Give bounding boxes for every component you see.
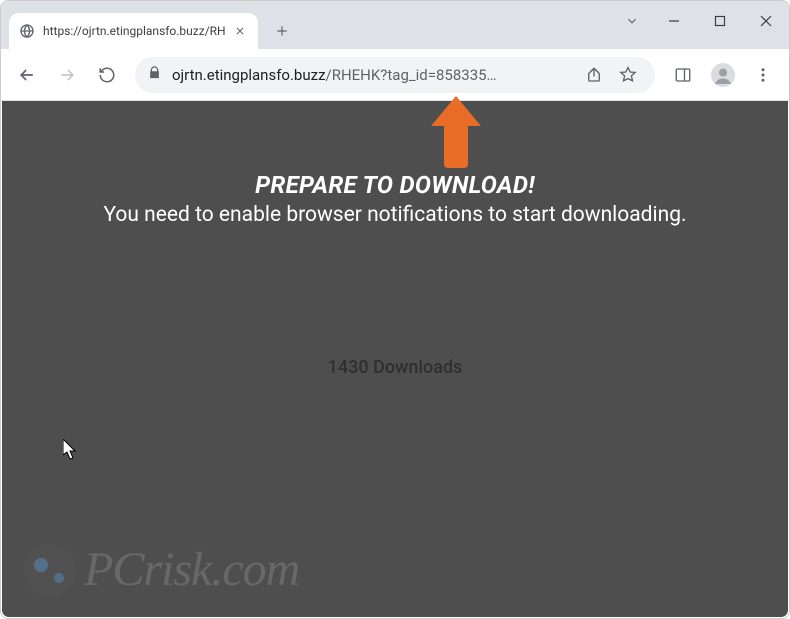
browser-tab-active[interactable]: https://ojrtn.etingplansfo.buzz/RH: [9, 13, 258, 49]
page-content: PREPARE TO DOWNLOAD! You need to enable …: [2, 101, 788, 617]
back-button[interactable]: [9, 57, 45, 93]
globe-icon: [19, 23, 35, 39]
window-controls: [615, 1, 789, 41]
bookmark-star-icon[interactable]: [613, 60, 643, 90]
toolbar: ojrtn.etingplansfo.buzz/RHEHK?tag_id=858…: [1, 49, 789, 101]
lock-icon: [147, 65, 162, 84]
tab-search-button[interactable]: [615, 4, 649, 38]
downloads-counter: 1430 Downloads: [2, 357, 788, 378]
tab-title: https://ojrtn.etingplansfo.buzz/RH: [43, 24, 226, 38]
browser-window: https://ojrtn.etingplansfo.buzz/RH: [0, 0, 790, 619]
new-tab-button[interactable]: [268, 17, 296, 45]
watermark-text: PCrisk.com: [84, 542, 299, 597]
menu-button[interactable]: [745, 57, 781, 93]
minimize-button[interactable]: [651, 1, 697, 41]
page-headline: PREPARE TO DOWNLOAD!: [2, 171, 788, 199]
tab-close-button[interactable]: [232, 23, 248, 39]
address-bar[interactable]: ojrtn.etingplansfo.buzz/RHEHK?tag_id=858…: [135, 57, 655, 93]
share-icon[interactable]: [579, 60, 609, 90]
url-text: ojrtn.etingplansfo.buzz/RHEHK?tag_id=858…: [172, 66, 575, 84]
watermark-logo-icon: [24, 544, 76, 596]
page-inner: PREPARE TO DOWNLOAD! You need to enable …: [2, 101, 788, 378]
close-window-button[interactable]: [743, 1, 789, 41]
url-path: /RHEHK?tag_id=858335…: [326, 66, 497, 84]
page-subhead: You need to enable browser notifications…: [2, 203, 788, 227]
avatar-icon: [709, 61, 737, 89]
forward-button[interactable]: [49, 57, 85, 93]
reload-button[interactable]: [89, 57, 125, 93]
title-bar: https://ojrtn.etingplansfo.buzz/RH: [1, 1, 789, 49]
side-panel-button[interactable]: [665, 57, 701, 93]
maximize-button[interactable]: [697, 1, 743, 41]
profile-button[interactable]: [705, 57, 741, 93]
watermark: PCrisk.com: [24, 542, 299, 597]
url-domain: ojrtn.etingplansfo.buzz: [172, 66, 326, 84]
